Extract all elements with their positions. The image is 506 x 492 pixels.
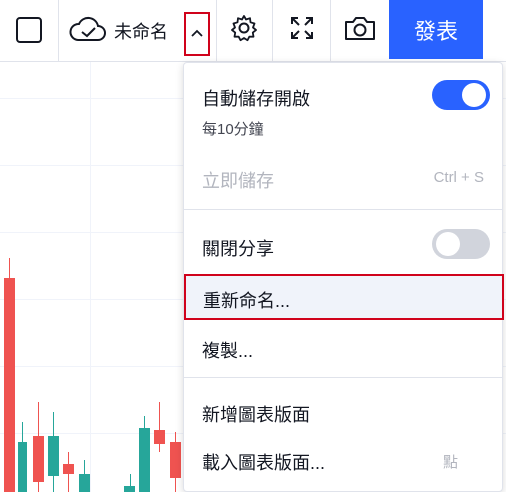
- menu-item-rename[interactable]: 重新命名...: [184, 274, 504, 320]
- menu-item-share[interactable]: 關閉分享: [184, 223, 502, 267]
- chevron-up-icon: [190, 25, 204, 43]
- menu-item-copy[interactable]: 複製...: [184, 325, 502, 369]
- layout-menu-toggle-button[interactable]: [184, 12, 210, 56]
- toggle-knob: [462, 83, 486, 107]
- camera-icon: [343, 14, 377, 47]
- load-layout-label: 載入圖表版面...: [202, 453, 326, 473]
- share-toggle[interactable]: [432, 229, 490, 259]
- candle-body: [18, 442, 27, 492]
- grid-line: [90, 62, 91, 492]
- settings-button[interactable]: [222, 12, 266, 48]
- layout-name-label: 未命名: [114, 22, 168, 42]
- fullscreen-button[interactable]: [280, 12, 324, 48]
- publish-button[interactable]: 發表: [389, 0, 483, 59]
- top-toolbar: 未命名 發表: [0, 0, 506, 62]
- candle-body: [79, 474, 90, 492]
- autosave-toggle[interactable]: [432, 80, 490, 110]
- menu-item-autosave[interactable]: 自動儲存開啟 每10分鐘: [184, 63, 502, 143]
- save-now-shortcut: Ctrl + S: [433, 169, 484, 186]
- layout-name-button[interactable]: 未命名: [68, 14, 168, 48]
- candle-body: [170, 442, 181, 478]
- square-icon[interactable]: [16, 17, 42, 43]
- copy-label: 複製...: [202, 341, 254, 361]
- toolbar-divider: [58, 0, 59, 62]
- candle-body: [33, 436, 44, 482]
- candle-body: [154, 430, 165, 444]
- load-layout-shortcut: 點: [442, 454, 458, 471]
- candle-body: [4, 278, 15, 492]
- gear-icon: [229, 13, 259, 48]
- new-layout-label: 新增圖表版面: [202, 405, 310, 425]
- save-now-label: 立即儲存: [202, 171, 274, 191]
- candle-body: [124, 486, 135, 492]
- autosave-interval: 每10分鐘: [202, 121, 264, 138]
- menu-item-new-layout[interactable]: 新增圖表版面: [184, 391, 502, 435]
- toolbar-divider: [330, 0, 331, 62]
- menu-divider: [184, 377, 502, 378]
- toolbar-divider: [272, 0, 273, 62]
- menu-divider: [184, 209, 502, 210]
- candle-body: [48, 436, 59, 476]
- candle-body: [63, 464, 74, 474]
- toolbar-divider: [216, 0, 217, 62]
- candle-body: [139, 428, 150, 492]
- cloud-check-icon: [68, 15, 108, 48]
- menu-item-save-now: 立即儲存 Ctrl + S: [184, 153, 502, 197]
- fullscreen-icon: [289, 15, 315, 46]
- menu-item-load-layout[interactable]: 載入圖表版面... 點: [184, 439, 502, 483]
- snapshot-button[interactable]: [337, 12, 383, 48]
- toggle-knob: [436, 232, 460, 256]
- candle-wick: [159, 402, 160, 452]
- rename-label: 重新命名...: [203, 291, 291, 311]
- autosave-label: 自動儲存開啟: [202, 89, 310, 109]
- layout-dropdown-menu: 自動儲存開啟 每10分鐘 立即儲存 Ctrl + S 關閉分享 重新命名... …: [183, 62, 504, 492]
- share-label: 關閉分享: [202, 239, 274, 259]
